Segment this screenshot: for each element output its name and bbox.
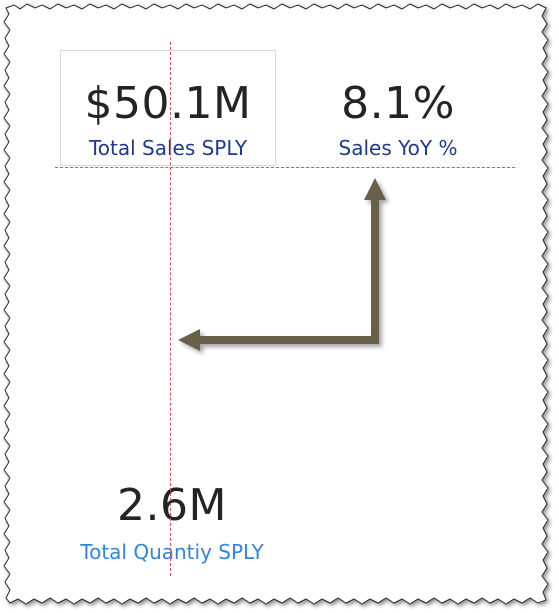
sales-yoy-value: 8.1% [341,78,455,129]
elbow-arrow-icon [178,178,386,351]
total-sales-sply-card[interactable]: $50.1M Total Sales SPLY [60,50,276,166]
sales-yoy-label: Sales YoY % [338,136,458,160]
total-sales-sply-value: $50.1M [84,78,252,129]
total-quantity-sply-value: 2.6M [117,480,227,531]
sales-yoy-card[interactable]: 8.1% Sales YoY % [298,50,498,166]
horizontal-alignment-guide [55,167,515,168]
vertical-alignment-guide [170,42,171,576]
total-quantity-sply-label: Total Quantiy SPLY [80,540,264,564]
total-sales-sply-label: Total Sales SPLY [88,136,248,160]
total-quantity-sply-card[interactable]: 2.6M Total Quantiy SPLY [52,470,292,570]
